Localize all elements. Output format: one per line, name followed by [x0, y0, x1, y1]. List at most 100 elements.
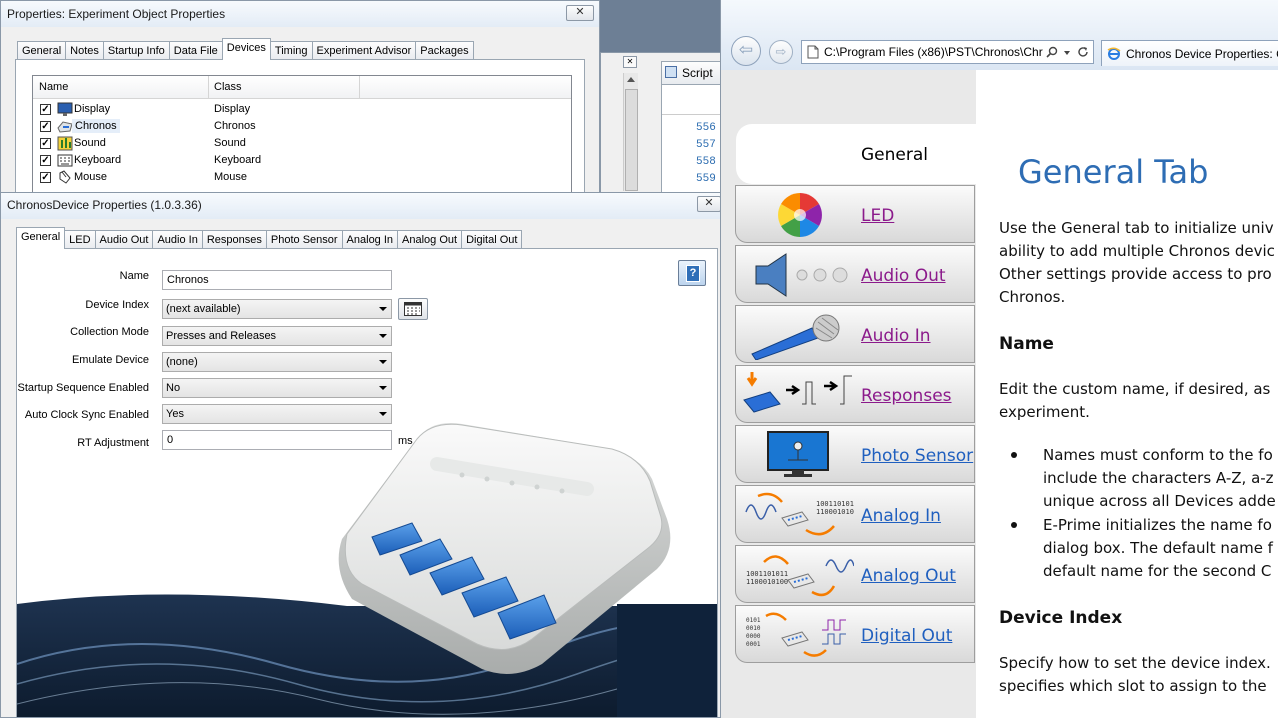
startup-sequence-select[interactable]: No [162, 378, 392, 398]
nav-link-digital-out[interactable]: Digital Out [861, 626, 952, 646]
calendar-grid-icon [404, 302, 422, 316]
chronos-tabs: General LED Audio Out Audio In Responses… [16, 227, 523, 249]
tab-responses[interactable]: Responses [201, 230, 267, 249]
back-button[interactable]: ⇦ [731, 36, 761, 66]
chronos-properties-titlebar[interactable]: ChronosDevice Properties (1.0.3.36) ✕ [1, 193, 721, 219]
collection-mode-select[interactable]: Presses and Releases [162, 326, 392, 346]
tab-startup-info[interactable]: Startup Info [102, 41, 170, 60]
device-row-chronos[interactable]: ✓ Chronos Chronos [33, 119, 571, 136]
page-icon [807, 45, 819, 59]
device-index-line: specifies which slot to assign to the [999, 677, 1267, 695]
address-text: C:\Program Files (x86)\PST\Chronos\Chr [824, 45, 1043, 59]
color-wheel-icon [778, 193, 822, 237]
device-checkbox[interactable]: ✓ [40, 138, 51, 149]
tab-analog-out[interactable]: Analog Out [397, 230, 463, 249]
tab-notes[interactable]: Notes [65, 41, 104, 60]
column-header-class[interactable]: Class [214, 81, 242, 93]
tab-general[interactable]: General [17, 41, 67, 60]
name-line: Edit the custom name, if desired, as [999, 380, 1271, 398]
script-ruler [662, 92, 724, 115]
forward-button[interactable]: ⇨ [769, 40, 793, 64]
chevron-down-icon [379, 360, 387, 364]
script-scrollbar[interactable] [623, 73, 638, 191]
tab-general[interactable]: General [16, 227, 66, 249]
general-panel: Name Chronos Device Index (next availabl… [16, 248, 718, 717]
device-checkbox[interactable]: ✓ [40, 172, 51, 183]
tab-digital-out[interactable]: Digital Out [461, 230, 523, 249]
tab-data-file[interactable]: Data File [168, 41, 223, 60]
column-divider[interactable] [208, 76, 209, 98]
name-field[interactable]: Chronos [162, 270, 392, 290]
device-row-mouse[interactable]: ✓ Mouse Mouse [33, 170, 571, 187]
bullet-icon [1011, 452, 1017, 458]
nav-link-audio-in[interactable]: Audio In [861, 326, 931, 346]
nav-item-audio-out[interactable]: Audio Out [735, 245, 975, 303]
device-index-browse-button[interactable] [398, 298, 428, 320]
tab-audio-in[interactable]: Audio In [152, 230, 203, 249]
device-checkbox[interactable]: ✓ [40, 104, 51, 115]
microphone-icon [751, 314, 840, 360]
devices-panel: Name Class ✓ Display Display ✓ Chronos C… [15, 59, 585, 194]
bullet-line: Names must conform to the fo [1043, 446, 1273, 464]
help-button[interactable]: ? [678, 260, 706, 286]
nav-item-analog-in[interactable]: 1001101011 1100010100 Analog In [735, 485, 975, 543]
tab-photo-sensor[interactable]: Photo Sensor [265, 230, 343, 249]
tab-devices[interactable]: Devices [221, 38, 271, 60]
device-checkbox[interactable]: ✓ [40, 155, 51, 166]
internet-explorer-icon [1107, 47, 1121, 60]
chevron-down-icon [379, 334, 387, 338]
bullet-line: default name for the second C [1043, 562, 1272, 580]
scroll-up-arrow-icon[interactable] [627, 77, 635, 82]
nav-item-analog-out[interactable]: 1001101011 1100010100 Analog Out [735, 545, 975, 603]
address-bar[interactable]: C:\Program Files (x86)\PST\Chronos\Chr [801, 40, 1094, 64]
startup-sequence-value: No [166, 382, 181, 394]
nav-link-responses[interactable]: Responses [861, 386, 952, 406]
nav-item-digital-out[interactable]: 0101 0010 0000 0001 Digital Out [735, 605, 975, 663]
nav-item-audio-in[interactable]: Audio In [735, 305, 975, 363]
dropdown-arrow-icon[interactable] [1064, 51, 1070, 55]
nav-link-analog-in[interactable]: Analog In [861, 506, 941, 526]
search-icon[interactable] [1046, 46, 1058, 58]
chronos-properties-window: ChronosDevice Properties (1.0.3.36) ✕ Ge… [0, 192, 722, 718]
tab-analog-in[interactable]: Analog In [341, 230, 399, 249]
experiment-properties-titlebar[interactable]: Properties: Experiment Object Properties… [1, 1, 599, 27]
column-header-name[interactable]: Name [39, 81, 68, 93]
tab-audio-out[interactable]: Audio Out [94, 230, 154, 249]
device-name: Keyboard [74, 154, 122, 166]
device-checkbox[interactable]: ✓ [40, 121, 51, 132]
close-button[interactable]: ✕ [697, 196, 721, 212]
script-tab[interactable]: Script [662, 62, 724, 85]
device-row-display[interactable]: ✓ Display Display [33, 102, 571, 119]
tab-packages[interactable]: Packages [415, 41, 474, 60]
close-button[interactable]: ✕ [566, 5, 594, 21]
nav-item-general[interactable]: General [736, 124, 981, 184]
nav-link-photo-sensor[interactable]: Photo Sensor [861, 446, 973, 466]
help-icon: ? [686, 265, 700, 282]
nav-item-photo-sensor[interactable]: Photo Sensor [735, 425, 975, 483]
device-class: Sound [214, 137, 246, 149]
device-class: Keyboard [214, 154, 262, 166]
nav-item-responses[interactable]: Responses [735, 365, 975, 423]
tab-led[interactable]: LED [64, 230, 96, 249]
devices-list[interactable]: Name Class ✓ Display Display ✓ Chronos C… [32, 75, 572, 194]
nav-link-audio-out[interactable]: Audio Out [861, 266, 946, 286]
scrollbar-thumb[interactable] [625, 89, 638, 191]
column-divider[interactable] [359, 76, 360, 98]
mouse-icon [59, 170, 71, 184]
nav-link-analog-out[interactable]: Analog Out [861, 566, 956, 586]
browser-tab[interactable]: Chronos Device Properties: G [1101, 40, 1278, 66]
nav-link-led[interactable]: LED [861, 206, 894, 226]
refresh-icon[interactable] [1077, 46, 1089, 58]
device-row-keyboard[interactable]: ✓ Keyboard Keyboard [33, 153, 571, 170]
tab-timing[interactable]: Timing [269, 41, 313, 60]
device-row-sound[interactable]: ✓ Sound Sound [33, 136, 571, 153]
tab-experiment-advisor[interactable]: Experiment Advisor [311, 41, 417, 60]
device-index-select[interactable]: (next available) [162, 299, 392, 319]
nav-item-led[interactable]: LED [735, 185, 975, 243]
emulate-device-select[interactable]: (none) [162, 352, 392, 372]
emulate-device-value: (none) [166, 356, 198, 368]
script-close-button[interactable]: ✕ [623, 56, 637, 68]
script-window: ✕ Script 556 557 558 559 [600, 52, 725, 195]
bullet-line: E-Prime initializes the name fo [1043, 516, 1272, 534]
device-name: Sound [74, 137, 106, 149]
